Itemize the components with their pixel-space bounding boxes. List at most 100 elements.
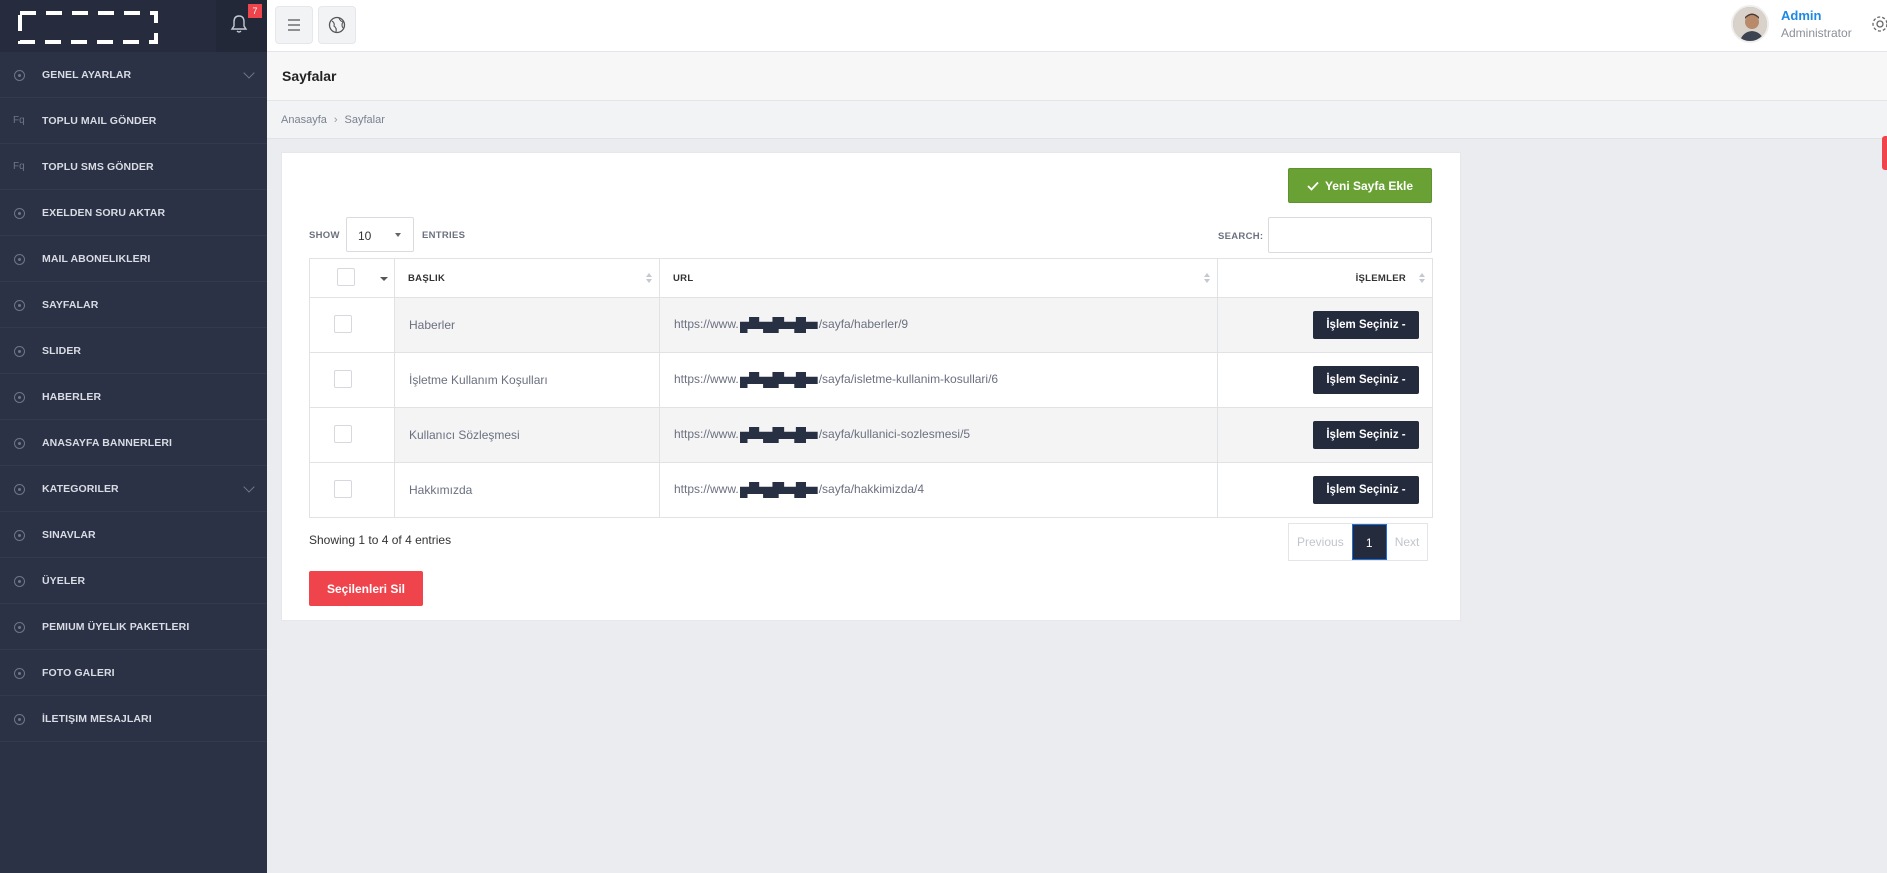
select-all-header[interactable] [309,258,395,298]
sidebar-item-label: ANASAYFA BANNERLERI [42,436,173,449]
check-icon [1307,181,1319,191]
url-prefix: https://www. [674,317,739,332]
redacted-domain [739,482,818,498]
sidebar-item-label: HABERLER [42,390,102,403]
row-actions: İşlem Seçiniz - [1217,462,1433,518]
page-1-button[interactable]: 1 [1351,524,1387,560]
page-length-select[interactable]: 10 [346,217,414,252]
next-page-button[interactable]: Next [1387,524,1428,560]
menu-toggle-button[interactable] [275,6,313,44]
sidebar-item-haberler[interactable]: HABERLER [0,374,267,420]
redacted-domain [739,317,818,333]
row-checkbox[interactable] [334,314,352,333]
sidebar-item-anasayfa-bannerleri[interactable]: ANASAYFA BANNERLERI [0,420,267,466]
page-length-value: 10 [358,229,372,243]
notification-count-badge: 7 [248,4,262,18]
column-header-label: URL [673,272,694,284]
action-label: İşlem Seçiniz [1326,429,1399,441]
gear-icon[interactable] [1869,13,1887,35]
row-title: İşletme Kullanım Koşulları [394,352,660,408]
circle-icon [14,346,25,357]
row-checkbox-cell [309,407,395,463]
url-prefix: https://www. [674,427,739,442]
column-header-title[interactable]: BAŞLIK [394,258,660,298]
sidebar-item-uyeler[interactable]: ÜYELER [0,558,267,604]
circle-icon [14,392,25,403]
row-checkbox[interactable] [334,369,352,388]
fq-icon: Fq [13,161,25,172]
url-suffix: /sayfa/haberler/9 [818,317,909,332]
breadcrumb-home-link[interactable]: Anasayfa [281,114,327,126]
breadcrumb-separator-icon: › [333,114,338,126]
sidebar-item-slider[interactable]: SLIDER [0,328,267,374]
bell-icon [230,15,248,33]
circle-icon [14,484,25,495]
notifications-button[interactable]: 7 [216,0,267,52]
website-button[interactable] [318,6,356,44]
row-checkbox[interactable] [334,479,352,498]
sidebar-item-sayfalar[interactable]: SAYFALAR [0,282,267,328]
action-label: İşlem Seçiniz [1326,484,1399,496]
page-title: Sayfalar [282,68,337,84]
sidebar-item-label: SAYFALAR [42,298,99,311]
sidebar-item-exelden-soru-aktar[interactable]: EXELDEN SORU AKTAR [0,190,267,236]
sort-icon [1204,273,1211,285]
globe-icon [328,16,346,34]
delete-selected-button[interactable]: Seçilenleri Sil [309,571,423,606]
action-dropdown-button[interactable]: İşlem Seçiniz - [1313,476,1419,504]
side-panel-tab[interactable] [1882,136,1887,170]
sort-icon [646,273,653,285]
sidebar-item-toplu-sms[interactable]: Fq TOPLU SMS GÖNDER [0,144,267,190]
row-checkbox[interactable] [334,424,352,443]
action-dropdown-button[interactable]: İşlem Seçiniz - [1313,366,1419,394]
sidebar-item-genel-ayarlar[interactable]: GENEL AYARLAR [0,52,267,98]
pages-card: Yeni Sayfa Ekle SHOW 10 ENTRIES SEARCH: … [281,152,1461,621]
circle-icon [14,300,25,311]
sidebar-menu: GENEL AYARLAR Fq TOPLU MAIL GÖNDER Fq TOPL… [0,52,267,742]
row-actions: İşlem Seçiniz - [1217,297,1433,353]
logo[interactable] [18,11,158,44]
previous-page-button[interactable]: Previous [1289,524,1352,560]
sidebar-item-kategoriler[interactable]: KATEGORILER [0,466,267,512]
action-dropdown-button[interactable]: İşlem Seçiniz - [1313,311,1419,339]
hamburger-icon [288,19,300,31]
sort-icon [1419,273,1426,285]
column-header-actions[interactable]: İŞLEMLER [1217,258,1433,298]
sidebar-item-label: SINAVLAR [42,528,96,541]
sidebar-item-label: EXELDEN SORU AKTAR [42,206,166,219]
circle-icon [14,208,25,219]
caret-down-icon[interactable] [380,277,388,281]
user-name[interactable]: Admin [1781,8,1821,23]
action-label: İşlem Seçiniz [1326,319,1399,331]
sidebar-item-label: TOPLU SMS GÖNDER [42,160,154,173]
sidebar-item-foto-galeri[interactable]: FOTO GALERI [0,650,267,696]
new-page-button[interactable]: Yeni Sayfa Ekle [1288,168,1432,203]
url-suffix: /sayfa/hakkimizda/4 [818,482,925,497]
sidebar-item-toplu-mail[interactable]: Fq TOPLU MAIL GÖNDER [0,98,267,144]
sidebar-item-label: TOPLU MAIL GÖNDER [42,114,157,127]
sidebar-item-iletisim-mesajlari[interactable]: İLETIŞIM MESAJLARI [0,696,267,742]
sidebar-item-sinavlar[interactable]: SINAVLAR [0,512,267,558]
user-role: Administrator [1781,26,1852,40]
row-url: https://www. /sayfa/kullanici-sozlesmesi/… [659,407,1218,463]
row-checkbox-cell [309,352,395,408]
circle-icon [14,668,25,679]
sidebar-item-mail-abonelikleri[interactable]: MAIL ABONELIKLERI [0,236,267,282]
topbar: Admin Administrator [267,0,1887,52]
chevron-down-icon [243,67,255,79]
sidebar-item-label: GENEL AYARLAR [42,68,132,81]
circle-icon [14,530,25,541]
row-title: Haberler [394,297,660,353]
sidebar-item-premium-paketler[interactable]: PEMIUM ÜYELIK PAKETLERI [0,604,267,650]
action-dropdown-button[interactable]: İşlem Seçiniz - [1313,421,1419,449]
search-input[interactable] [1268,217,1432,253]
breadcrumb-current: Sayfalar [344,114,385,126]
url-suffix: /sayfa/kullanici-sozlesmesi/5 [818,427,971,442]
row-title: Hakkımızda [394,462,660,518]
select-all-checkbox[interactable] [337,267,355,286]
sidebar-item-label: MAIL ABONELIKLERI [42,252,151,265]
column-header-url[interactable]: URL [659,258,1218,298]
row-checkbox-cell [309,297,395,353]
avatar[interactable] [1731,5,1769,43]
page-header: Sayfalar [267,52,1887,101]
